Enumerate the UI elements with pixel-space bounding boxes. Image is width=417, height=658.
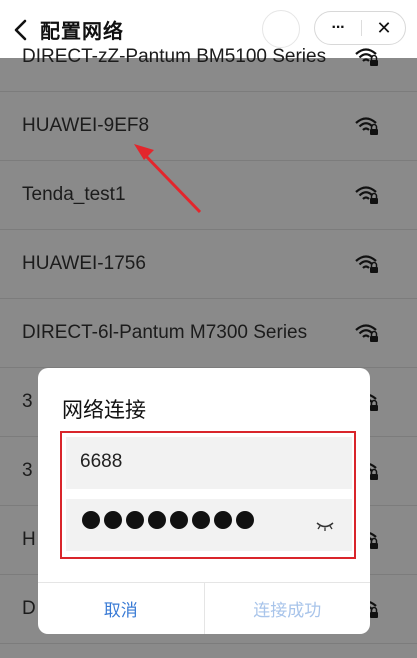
network-ssid: H [22, 529, 36, 550]
network-ssid: 3 [22, 460, 33, 481]
network-list-item[interactable]: HUAWEI-1756 [0, 231, 417, 299]
ssid-value: 6688 [80, 451, 123, 472]
network-ssid: D [22, 598, 36, 619]
wifi-lock-icon [355, 255, 378, 273]
password-dot [82, 511, 100, 529]
password-dot [236, 511, 254, 529]
password-field[interactable] [66, 499, 352, 551]
annotation-frame: 6688 [60, 431, 356, 559]
network-ssid: HUAWEI-9EF8 [22, 115, 150, 136]
network-ssid: 3 [22, 391, 33, 412]
wifi-lock-icon [355, 324, 378, 342]
password-dots [82, 511, 254, 529]
password-dot [192, 511, 210, 529]
network-ssid: DIRECT-zZ-Pantum BM5100 Series [22, 46, 327, 67]
wifi-lock-icon [355, 48, 378, 66]
network-connect-dialog: 网络连接 6688 取消 连接成功 [38, 368, 370, 634]
dialog-actions: 取消 连接成功 [38, 582, 370, 634]
wifi-lock-icon [355, 186, 378, 204]
password-dot [214, 511, 232, 529]
network-ssid: DIRECT-6l-Pantum M7300 Series [22, 322, 308, 343]
password-dot [148, 511, 166, 529]
password-dot [104, 511, 122, 529]
network-ssid: Tenda_test1 [22, 184, 126, 205]
password-dot [170, 511, 188, 529]
eye-closed-icon[interactable] [316, 519, 334, 533]
network-ssid: HUAWEI-1756 [22, 253, 146, 274]
cancel-button[interactable]: 取消 [38, 583, 205, 634]
network-list-item[interactable]: DIRECT-zZ-Pantum BM5100 Series [0, 24, 417, 92]
network-list-item[interactable]: DIRECT-6l-Pantum M7300 Series [0, 300, 417, 368]
wifi-lock-icon [355, 117, 378, 135]
ssid-field[interactable]: 6688 [66, 437, 352, 489]
password-dot [126, 511, 144, 529]
dialog-title: 网络连接 [62, 398, 146, 422]
connect-success-button[interactable]: 连接成功 [205, 583, 371, 634]
annotation-arrow [134, 144, 202, 214]
